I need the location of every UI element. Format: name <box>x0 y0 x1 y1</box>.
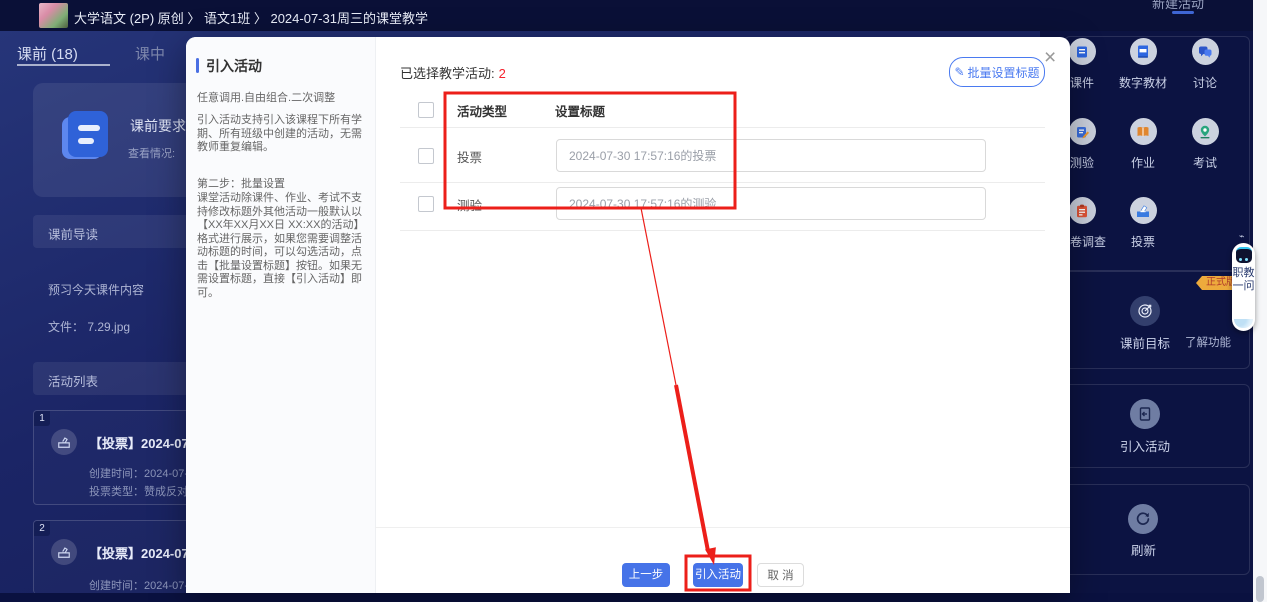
tab-active-underline <box>17 64 110 66</box>
breadcrumb: 大学语文 (2P) 原创 〉 语文1班 〉 2024-07-31周三的课堂教学 <box>74 8 428 27</box>
assistant-antenna-icon: ⌁ <box>1239 231 1244 242</box>
step-title: 第二步：批量设置 <box>197 178 366 192</box>
digital-textbook-icon <box>1130 38 1157 65</box>
column-header-type: 活动类型 <box>457 101 507 120</box>
row-checkbox[interactable] <box>418 196 434 212</box>
activity-type-line: 投票类型：赞成反对 <box>89 483 188 499</box>
import-activity-modal: 引入活动 任意调用.自由组合.二次调整 引入活动支持引入该课程下所有学期、所有班… <box>186 37 1070 593</box>
selected-label: 已选择教学活动: <box>400 66 495 81</box>
select-all-checkbox[interactable] <box>418 102 434 118</box>
tool-homework[interactable]: 作业 <box>1112 118 1174 171</box>
import-activity-icon[interactable] <box>1130 399 1160 429</box>
row-type: 测验 <box>457 195 482 214</box>
activity-created: 创建时间：2024-07- <box>89 577 188 593</box>
batch-set-title-button[interactable]: ✎ 批量设置标题 <box>949 57 1045 87</box>
refresh-card <box>1064 484 1250 575</box>
row-title-input[interactable] <box>556 187 986 220</box>
column-header-title: 设置标题 <box>555 101 605 120</box>
requirement-title: 课前要求 <box>130 116 186 136</box>
table-divider <box>400 127 1045 128</box>
modal-title: 引入活动 <box>206 56 262 76</box>
row-title-input[interactable] <box>556 139 986 172</box>
assistant-wave-decoration <box>1234 319 1253 328</box>
activity-index-badge: 2 <box>34 521 50 536</box>
prev-step-button[interactable]: 上一步 <box>622 563 670 587</box>
robot-icon <box>1236 247 1252 263</box>
guide-text: 预习今天课件内容 <box>48 281 144 298</box>
file-text: 文件： 7.29.jpg <box>48 318 130 335</box>
vote-icon <box>51 539 77 565</box>
activity-title: 【投票】2024-07-3 <box>89 543 200 562</box>
modal-side-panel: 引入活动 任意调用.自由组合.二次调整 引入活动支持引入该课程下所有学期、所有班… <box>186 37 376 593</box>
close-icon[interactable]: × <box>1044 47 1056 68</box>
app-window: 课前 (18) 课中 课前要求 查看情况: 课前导读 预习今天课件内容 文件： … <box>0 0 1267 602</box>
cancel-button[interactable]: 取 消 <box>757 563 804 587</box>
import-activity-label[interactable]: 引入活动 <box>1120 436 1170 455</box>
window-bottom-edge <box>0 593 1253 602</box>
batch-button-label: 批量设置标题 <box>968 64 1040 81</box>
title-accent-bar <box>196 58 199 73</box>
requirement-status: 查看情况: <box>128 145 175 161</box>
activity-title: 【投票】2024-07-3 <box>89 433 200 452</box>
activity-index-badge: 1 <box>34 411 50 426</box>
tool-exam[interactable]: 考试 <box>1174 118 1236 171</box>
tool-label: 作业 <box>1112 154 1174 171</box>
tool-discussion[interactable]: 讨论 <box>1174 38 1236 91</box>
robot-eye <box>1245 258 1248 261</box>
courseware-icon <box>1069 38 1096 65</box>
activity-created: 创建时间：2024-07- <box>89 465 188 481</box>
step-description: 课堂活动除课件、作业、考试不支持修改标题外其他活动一般默认以【XX年XX月XX日… <box>197 192 366 300</box>
tool-label: 投票 <box>1112 233 1174 250</box>
selected-count: 2 <box>495 66 506 81</box>
tool-label: 数字教材 <box>1112 74 1174 91</box>
refresh-icon[interactable] <box>1128 504 1158 534</box>
selected-count-line: 已选择教学活动:2 <box>400 63 506 82</box>
quiz-icon <box>1069 118 1096 145</box>
pre-class-goal-icon[interactable] <box>1130 296 1160 326</box>
tab-in-class[interactable]: 课中 <box>135 43 165 64</box>
scrollbar-track[interactable] <box>1253 0 1267 602</box>
vote-icon <box>51 429 77 455</box>
assistant-widget[interactable]: 职教一问 <box>1232 243 1255 331</box>
table-divider <box>400 182 1045 183</box>
folder-icon <box>58 105 110 170</box>
table-divider <box>400 230 1045 231</box>
homework-icon <box>1130 118 1157 145</box>
tab-new-activity-underline <box>1172 11 1194 14</box>
scrollbar-thumb[interactable] <box>1256 576 1264 602</box>
tab-before-class[interactable]: 课前 (18) <box>17 43 78 64</box>
discussion-icon <box>1192 38 1219 65</box>
tool-label: 考试 <box>1174 154 1236 171</box>
assistant-label: 职教一问 <box>1232 267 1255 293</box>
exam-icon <box>1192 118 1219 145</box>
import-activity-button[interactable]: 引入活动 <box>693 563 743 587</box>
row-type: 投票 <box>457 147 482 166</box>
pencil-icon: ✎ <box>954 65 964 79</box>
survey-icon <box>1069 197 1096 224</box>
modal-description: 引入活动支持引入该课程下所有学期、所有班级中创建的活动，无需教师重复编辑。 <box>197 114 366 155</box>
modal-subtitle: 任意调用.自由组合.二次调整 <box>197 89 335 105</box>
goal-label[interactable]: 课前目标 <box>1120 333 1170 352</box>
goal-learn-more-link[interactable]: 了解功能 <box>1185 334 1231 350</box>
tool-digital-textbook[interactable]: 数字教材 <box>1112 38 1174 91</box>
import-activity-card <box>1064 384 1250 468</box>
tool-vote[interactable]: 投票 <box>1112 197 1174 250</box>
row-checkbox[interactable] <box>418 148 434 164</box>
tool-label: 讨论 <box>1174 74 1236 91</box>
vote-tool-icon <box>1130 197 1157 224</box>
robot-eye <box>1239 258 1242 261</box>
refresh-label[interactable]: 刷新 <box>1131 540 1156 559</box>
course-thumbnail <box>39 3 68 28</box>
footer-divider <box>375 527 1070 528</box>
